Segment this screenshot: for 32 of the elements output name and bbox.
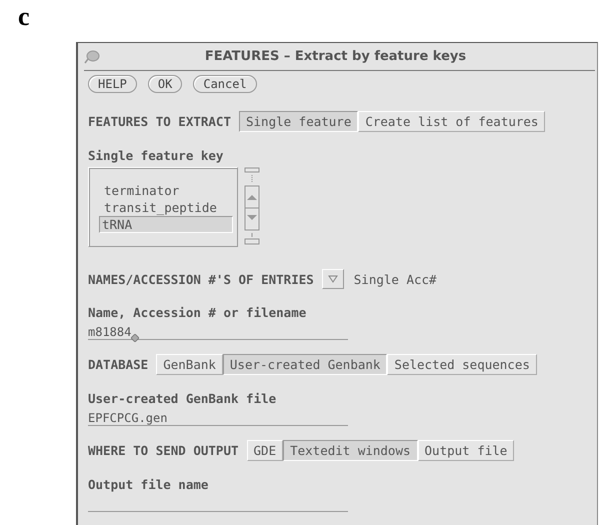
- pushpin-icon[interactable]: [84, 50, 100, 64]
- section-label: WHERE TO SEND OUTPUT: [88, 443, 239, 458]
- menu-button[interactable]: [322, 269, 344, 289]
- window-title: FEATURES – Extract by feature keys: [204, 49, 468, 64]
- section-label: DATABASE: [88, 357, 148, 372]
- section-label: FEATURES TO EXTRACT: [88, 114, 231, 129]
- field-label: Output file name: [88, 477, 210, 492]
- section-label: NAMES/ACCESSION #'S OF ENTRIES: [88, 272, 314, 286]
- choice-option[interactable]: Selected sequences: [387, 354, 537, 375]
- list-item[interactable]: tRNA: [99, 216, 233, 233]
- choice-option[interactable]: GDE: [246, 440, 284, 461]
- cursor-icon: [131, 334, 140, 342]
- section-label: Single feature key: [88, 148, 224, 163]
- field-label: Name, Accession # or filename: [88, 305, 308, 320]
- text-field[interactable]: m81884: [88, 322, 348, 340]
- field-label: User-created GenBank file: [88, 391, 278, 406]
- triangle-icon: [328, 275, 338, 283]
- dialog-button[interactable]: OK: [148, 75, 182, 93]
- dialog-button[interactable]: Cancel: [193, 75, 257, 93]
- figure-label: c: [18, 2, 30, 32]
- dialog-button[interactable]: HELP: [88, 75, 137, 93]
- choice-option[interactable]: Single feature: [239, 111, 358, 132]
- list-item[interactable]: terminator: [99, 182, 233, 199]
- choice-option[interactable]: Textedit windows: [283, 440, 418, 461]
- choice-option[interactable]: User-created Genbank: [222, 354, 388, 375]
- menu-value: Single Acc#: [354, 272, 437, 286]
- text-field[interactable]: EPFCPCG.gen: [88, 408, 348, 426]
- scrollbar[interactable]: [244, 167, 260, 247]
- choice-option[interactable]: Create list of features: [358, 111, 546, 132]
- list-item[interactable]: transit_peptide: [99, 199, 233, 216]
- choice-option[interactable]: GenBank: [156, 354, 223, 375]
- choice-option[interactable]: Output file: [418, 440, 514, 461]
